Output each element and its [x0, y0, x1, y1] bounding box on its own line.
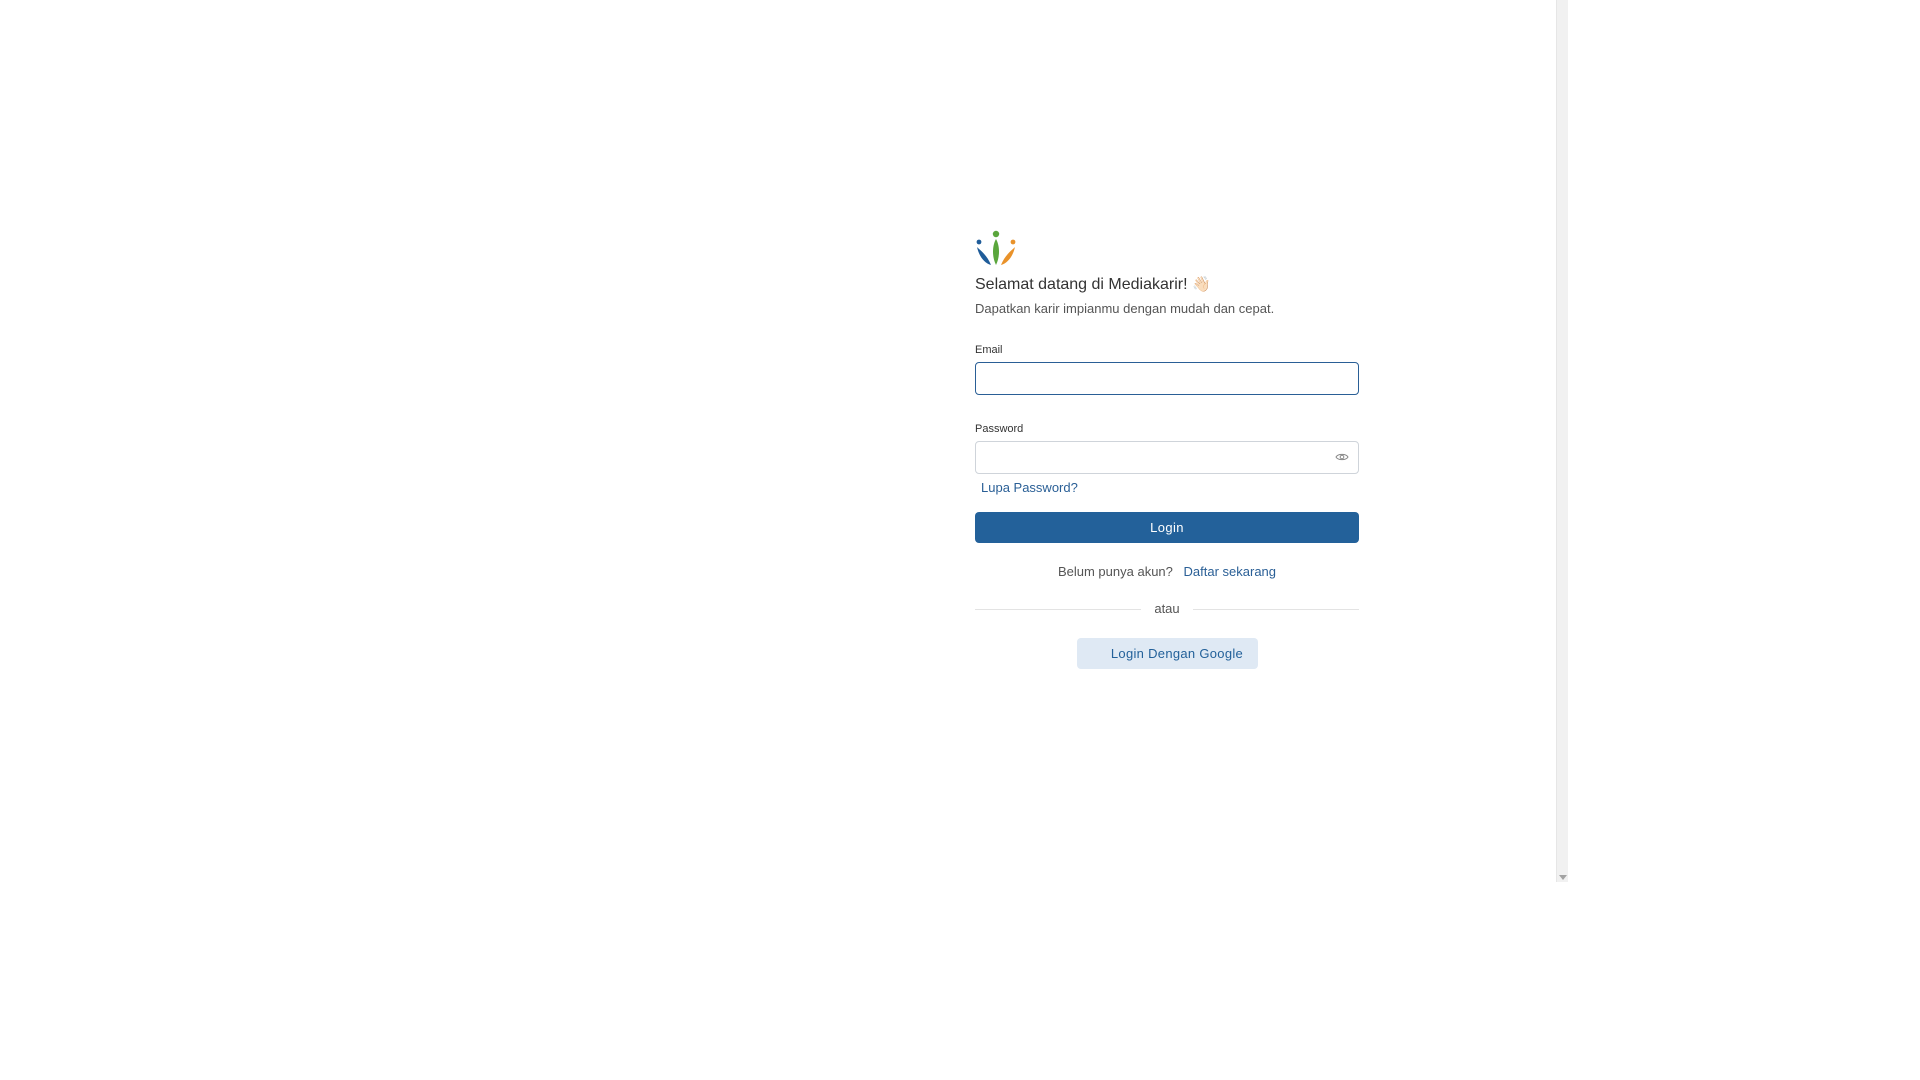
- register-prompt: Belum punya akun? Daftar sekarang: [975, 564, 1359, 580]
- email-label: Email: [975, 344, 1003, 356]
- eye-icon[interactable]: [1335, 451, 1349, 463]
- vertical-scrollbar[interactable]: [1556, 0, 1568, 882]
- mediakarir-logo-icon: [976, 230, 1016, 265]
- waving-hand-icon: 👋🏻: [1192, 276, 1211, 293]
- divider-line-right: [1192, 608, 1359, 610]
- password-field: [975, 441, 1359, 474]
- divider-line-left: [975, 608, 1142, 610]
- divider-text: atau: [1154, 601, 1180, 616]
- login-button[interactable]: Login: [975, 512, 1359, 543]
- register-question: Belum punya akun?: [1057, 564, 1173, 579]
- password-label: Password: [975, 423, 1024, 435]
- page: Selamat datang di Mediakarir! 👋🏻 Dapatka…: [0, 0, 1568, 882]
- scroll-down-arrow-icon[interactable]: [1559, 875, 1567, 880]
- password-input[interactable]: [975, 441, 1359, 474]
- welcome-title: Selamat datang di Mediakarir!: [975, 276, 1188, 293]
- login-panel: Selamat datang di Mediakarir! 👋🏻 Dapatka…: [975, 230, 1359, 669]
- google-login-container: Login Dengan Google: [975, 638, 1359, 669]
- welcome-heading: Selamat datang di Mediakarir! 👋🏻: [975, 274, 1359, 296]
- forgot-password-link[interactable]: Lupa Password?: [981, 480, 1078, 496]
- register-link[interactable]: Daftar sekarang: [1184, 564, 1277, 579]
- welcome-subtitle: Dapatkan karir impianmu dengan mudah dan…: [975, 301, 1275, 316]
- or-divider: atau: [975, 602, 1359, 616]
- email-input[interactable]: [975, 362, 1359, 395]
- google-login-button[interactable]: Login Dengan Google: [1076, 638, 1258, 669]
